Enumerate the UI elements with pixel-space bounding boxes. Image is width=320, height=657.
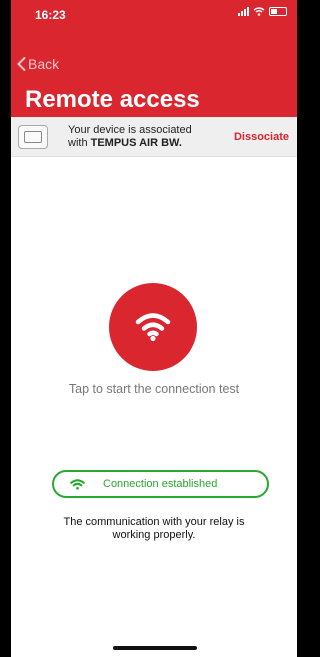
header: 16:23 Back Remote access — [11, 0, 297, 117]
connection-status-badge: Connection established — [52, 470, 269, 498]
home-indicator — [113, 646, 197, 650]
status-time: 16:23 — [35, 8, 66, 22]
device-association-bar: Your device is associated with TEMPUS AI… — [11, 117, 297, 157]
device-thumbnail — [18, 124, 48, 149]
wifi-icon — [70, 478, 85, 490]
tap-instruction: Tap to start the connection test — [68, 382, 240, 396]
connection-test-button[interactable] — [109, 283, 197, 371]
app-screen: 16:23 Back Remote access Your device is … — [11, 0, 297, 657]
association-line-1: Your device is associated — [68, 123, 192, 136]
wifi-status-icon — [253, 7, 265, 16]
device-association-text: Your device is associated with TEMPUS AI… — [68, 124, 234, 150]
communication-message: The communication with your relay is wor… — [11, 516, 297, 542]
association-line-2: with TEMPUS AIR BW. — [68, 136, 182, 149]
page-title: Remote access — [25, 86, 200, 113]
device-name: TEMPUS AIR BW. — [90, 136, 182, 149]
wifi-icon — [135, 313, 171, 342]
connection-status-label: Connection established — [103, 478, 218, 490]
battery-icon — [269, 7, 287, 16]
signal-icon — [238, 7, 249, 16]
chevron-left-icon — [17, 57, 26, 71]
back-button[interactable]: Back — [17, 56, 59, 72]
back-label: Back — [28, 56, 60, 72]
status-icons — [238, 7, 287, 16]
communication-line-1: The communication with your relay is — [63, 516, 245, 528]
dissociate-button[interactable]: Dissociate — [234, 131, 289, 143]
communication-line-2: working properly. — [112, 529, 196, 541]
